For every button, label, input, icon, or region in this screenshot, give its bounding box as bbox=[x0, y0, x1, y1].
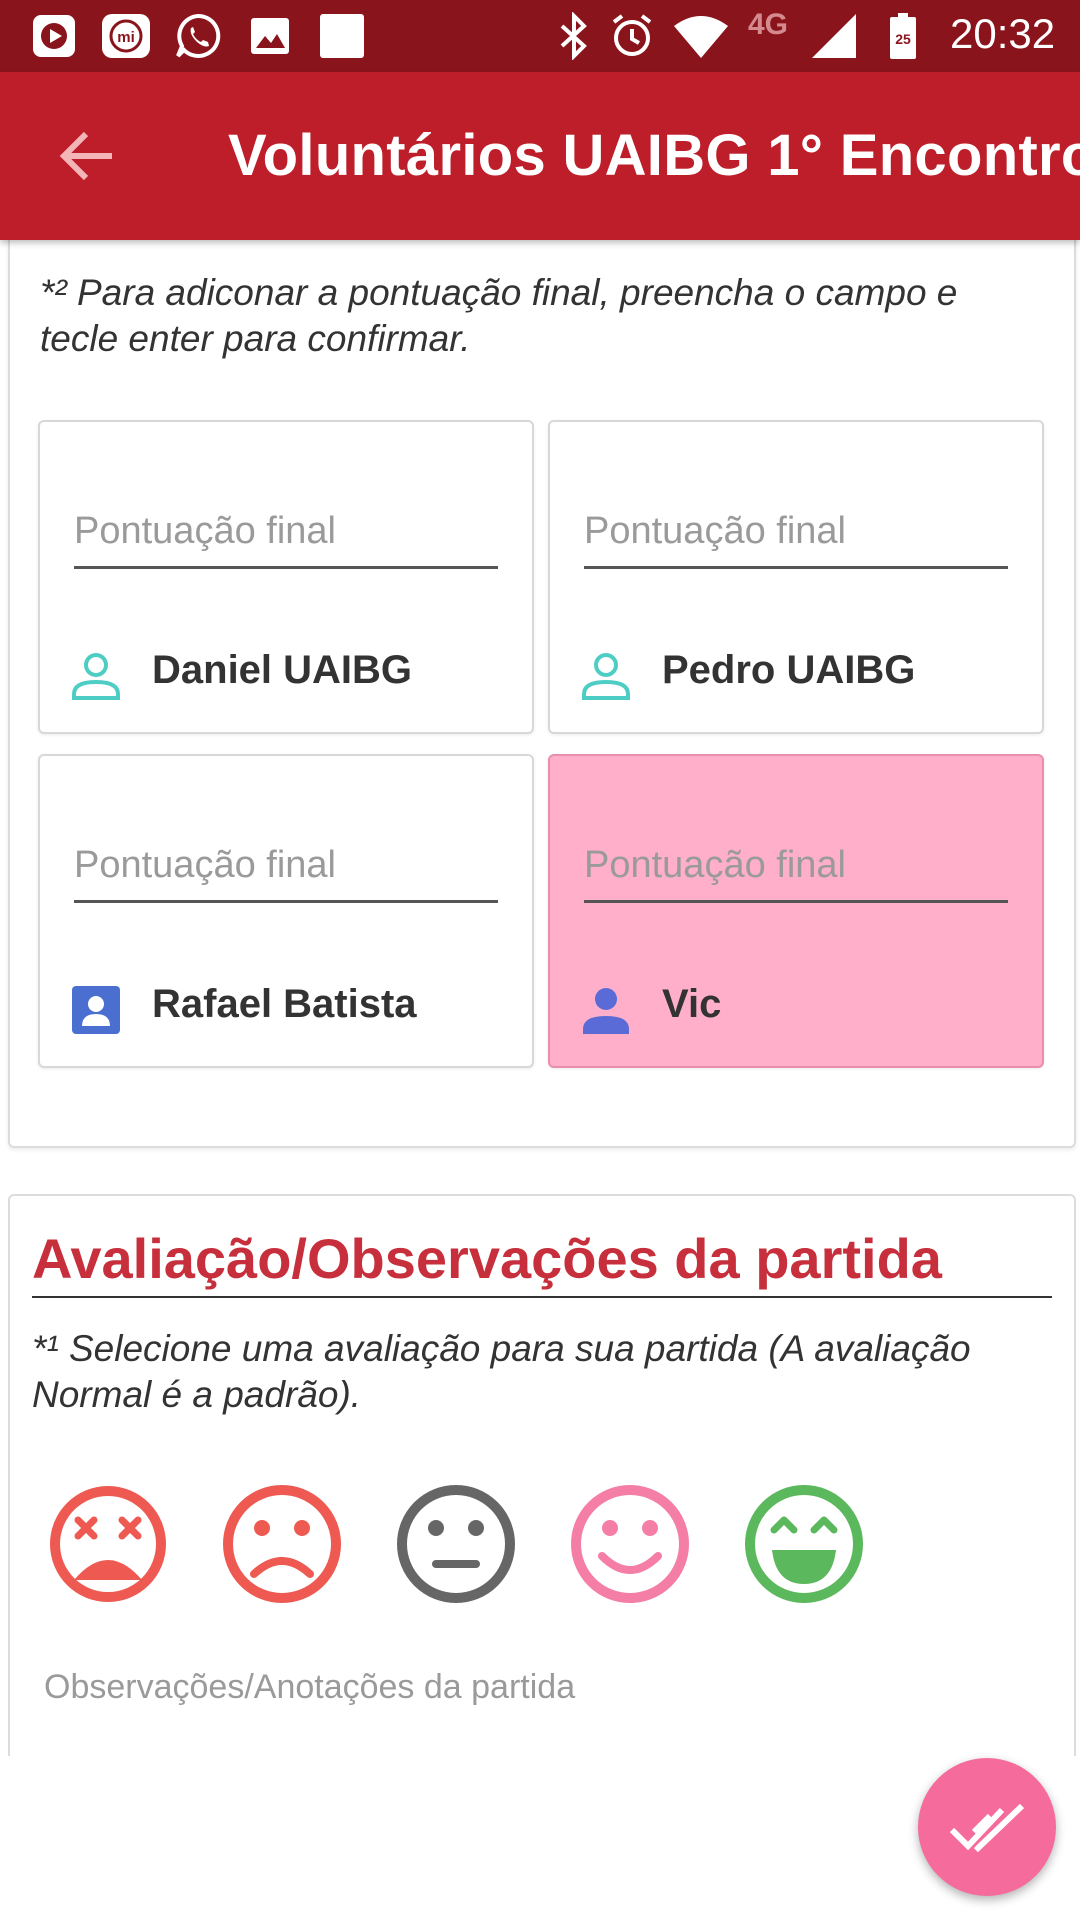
sad-face-icon[interactable] bbox=[218, 1480, 346, 1608]
evaluation-card: Avaliação/Observações da partida *¹ Sele… bbox=[8, 1194, 1076, 1756]
whatsapp-icon bbox=[176, 13, 221, 58]
alarm-icon bbox=[612, 14, 652, 56]
player-name: Pedro UAIBG bbox=[662, 648, 916, 692]
smile-face-icon[interactable] bbox=[566, 1480, 694, 1608]
media-player-icon bbox=[33, 15, 75, 57]
score-input[interactable]: Pontuação final bbox=[584, 844, 1008, 903]
score-placeholder: Pontuação final bbox=[584, 510, 846, 552]
network-type: 4G bbox=[748, 8, 789, 41]
player-name: Rafael Batista bbox=[152, 982, 417, 1026]
battery-icon: 25 bbox=[890, 13, 916, 59]
account-box-icon bbox=[72, 986, 120, 1034]
title-divider bbox=[32, 1296, 1052, 1298]
person-icon bbox=[583, 988, 629, 1034]
done-all-icon bbox=[949, 1803, 1025, 1853]
image-icon bbox=[251, 18, 289, 54]
blank-notification-icon bbox=[320, 14, 364, 58]
mi-icon: mi bbox=[102, 14, 150, 58]
score-instructions: *² Para adiconar a pontuação final, pree… bbox=[40, 272, 958, 359]
score-placeholder: Pontuação final bbox=[584, 844, 846, 886]
confirm-fab[interactable] bbox=[918, 1758, 1056, 1896]
page-title: Voluntários UAIBG 1° Encontro bbox=[228, 123, 1080, 188]
player-name: Daniel UAIBG bbox=[152, 648, 413, 692]
player-card: Pontuação final Rafael Batista bbox=[38, 754, 534, 1068]
evaluation-instructions: *¹ Selecione uma avaliação para sua part… bbox=[32, 1328, 971, 1415]
score-input[interactable]: Pontuação final bbox=[584, 510, 1008, 569]
wifi-icon bbox=[674, 16, 728, 58]
player-name: Vic bbox=[662, 982, 722, 1026]
score-card: *² Para adiconar a pontuação final, pree… bbox=[8, 226, 1076, 1148]
section-title: Avaliação/Observações da partida bbox=[32, 1227, 942, 1290]
clock: 20:32 bbox=[950, 10, 1056, 57]
svg-text:mi: mi bbox=[117, 29, 135, 46]
arrow-back-icon[interactable] bbox=[56, 124, 120, 188]
observations-field[interactable]: Observações/Anotações da partida bbox=[44, 1668, 575, 1707]
bluetooth-icon bbox=[560, 12, 587, 60]
score-input[interactable]: Pontuação final bbox=[74, 510, 498, 569]
signal-icon bbox=[812, 14, 856, 58]
neutral-face-icon[interactable] bbox=[392, 1480, 520, 1608]
dead-face-icon[interactable] bbox=[44, 1480, 172, 1608]
happy-face-icon[interactable] bbox=[740, 1480, 868, 1608]
score-placeholder: Pontuação final bbox=[74, 510, 336, 552]
score-input[interactable]: Pontuação final bbox=[74, 844, 498, 903]
player-card: Pontuação final Pedro UAIBG bbox=[548, 420, 1044, 734]
app-bar: Voluntários UAIBG 1° Encontro bbox=[0, 72, 1080, 240]
battery-level: 25 bbox=[895, 31, 911, 47]
player-card-selected: Pontuação final Vic bbox=[548, 754, 1044, 1068]
person-outline-icon bbox=[582, 653, 630, 700]
score-placeholder: Pontuação final bbox=[74, 844, 336, 886]
person-outline-icon bbox=[72, 653, 120, 700]
status-bar: mi 4G 25 20:32 bbox=[0, 0, 1080, 72]
player-card: Pontuação final Daniel UAIBG bbox=[38, 420, 534, 734]
